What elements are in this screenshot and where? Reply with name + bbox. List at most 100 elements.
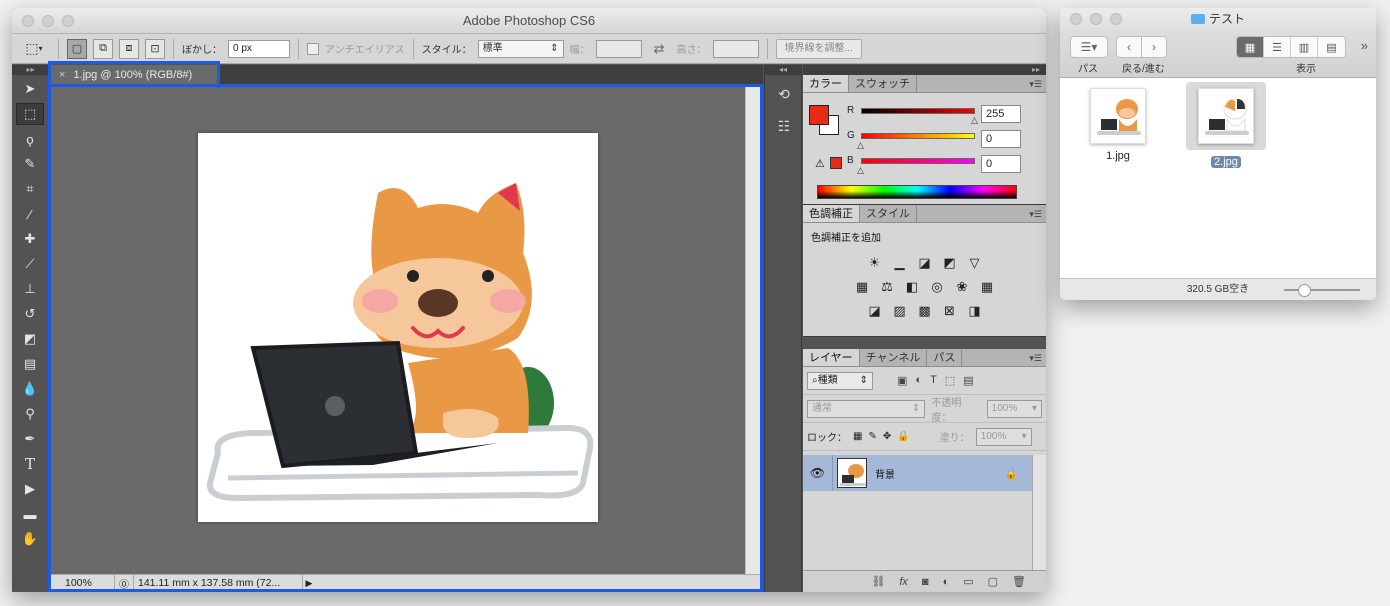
- green-slider[interactable]: [861, 133, 975, 139]
- intersect-selection-button[interactable]: ⊡: [145, 38, 165, 59]
- minimize-window-button[interactable]: [1090, 13, 1102, 25]
- vibrance-icon[interactable]: ▽: [966, 254, 984, 272]
- antialias-checkbox[interactable]: [307, 42, 319, 55]
- slider-thumb-icon[interactable]: △: [857, 165, 864, 176]
- brush-tool[interactable]: ⟋: [16, 253, 44, 275]
- add-mask-icon[interactable]: ◙: [922, 576, 929, 588]
- status-menu-arrow-icon[interactable]: ▶: [303, 578, 315, 589]
- gradient-map-icon[interactable]: ◨: [966, 302, 984, 320]
- opacity-input[interactable]: 100% ▾: [986, 399, 1042, 418]
- properties-panel-button[interactable]: ☷: [769, 113, 799, 139]
- canvas-pasteboard[interactable]: [51, 85, 745, 574]
- visibility-eye-icon[interactable]: 👁: [803, 455, 833, 491]
- close-window-button[interactable]: [1070, 13, 1082, 25]
- rectangle-tool[interactable]: ▬: [16, 503, 44, 525]
- proof-icon[interactable]: ⓪: [115, 576, 133, 591]
- eraser-tool[interactable]: ◩: [16, 328, 44, 350]
- healing-brush-tool[interactable]: ✚: [16, 228, 44, 250]
- green-value-input[interactable]: 0: [981, 130, 1021, 148]
- marquee-tool[interactable]: ⬚: [16, 103, 44, 125]
- icon-size-slider[interactable]: [1284, 284, 1360, 297]
- hue-saturation-icon[interactable]: ▦: [853, 278, 871, 296]
- hand-tool[interactable]: ✋: [16, 528, 44, 550]
- list-view-button[interactable]: ☰: [1264, 37, 1291, 57]
- panel-menu-icon[interactable]: ▾☰: [1029, 75, 1042, 93]
- tab-channels[interactable]: チャンネル: [860, 349, 928, 366]
- foreground-color-swatch[interactable]: [809, 105, 829, 125]
- layer-row-background[interactable]: 👁 背景 🔒: [803, 455, 1032, 491]
- add-selection-button[interactable]: ⧉: [93, 38, 113, 59]
- close-window-button[interactable]: [22, 15, 34, 27]
- panel-menu-icon[interactable]: ▾☰: [1029, 205, 1042, 223]
- close-tab-icon[interactable]: ×: [59, 69, 65, 81]
- crop-tool[interactable]: ⌗: [16, 178, 44, 200]
- zoom-window-button[interactable]: [62, 15, 74, 27]
- shape-filter-icon[interactable]: ⬚: [945, 374, 955, 387]
- pixel-filter-icon[interactable]: ▣: [897, 374, 907, 387]
- selective-color-icon[interactable]: ⊠: [941, 302, 959, 320]
- red-value-input[interactable]: 255: [981, 105, 1021, 123]
- type-filter-icon[interactable]: T: [930, 374, 937, 387]
- tab-layers[interactable]: レイヤー: [803, 349, 860, 366]
- subtract-selection-button[interactable]: ⧈: [119, 38, 139, 59]
- fx-icon[interactable]: fx: [899, 576, 908, 588]
- color-balance-icon[interactable]: ⚖: [878, 278, 896, 296]
- black-white-icon[interactable]: ◧: [903, 278, 921, 296]
- tab-paths[interactable]: パス: [927, 349, 963, 366]
- icon-view-button[interactable]: ▦: [1237, 37, 1264, 57]
- new-adjustment-icon[interactable]: ◐: [943, 576, 950, 588]
- tab-styles[interactable]: スタイル: [860, 205, 917, 222]
- adjustment-filter-icon[interactable]: ◐: [915, 374, 922, 387]
- panel-grip[interactable]: ▸▸: [12, 65, 49, 75]
- invert-icon[interactable]: ◪: [866, 302, 884, 320]
- tab-color[interactable]: カラー: [803, 75, 849, 92]
- zoom-level[interactable]: 100%: [51, 575, 115, 592]
- finder-file-area[interactable]: 1.jpg 2.jpg: [1060, 78, 1376, 278]
- panel-grip[interactable]: ▸▸: [803, 65, 1046, 75]
- levels-icon[interactable]: ▁: [891, 254, 909, 272]
- height-input[interactable]: [712, 39, 759, 58]
- lock-pixels-icon[interactable]: ✎: [868, 431, 876, 442]
- document-tab[interactable]: × 1.jpg @ 100% (RGB/8#): [51, 65, 219, 85]
- threshold-icon[interactable]: ▩: [916, 302, 934, 320]
- color-lookup-icon[interactable]: ▦: [978, 278, 996, 296]
- file-item-selected[interactable]: 2.jpg: [1186, 82, 1266, 168]
- lock-all-icon[interactable]: 🔒: [897, 431, 909, 442]
- blue-slider[interactable]: [861, 158, 975, 164]
- width-input[interactable]: [595, 39, 642, 58]
- path-button[interactable]: ☰▾: [1070, 36, 1108, 58]
- photo-filter-icon[interactable]: ◎: [928, 278, 946, 296]
- pen-tool[interactable]: ✒: [16, 428, 44, 450]
- type-tool[interactable]: T: [16, 453, 44, 475]
- feather-input[interactable]: 0 px: [228, 39, 290, 58]
- link-layers-icon[interactable]: ⛓: [871, 575, 885, 588]
- panel-menu-icon[interactable]: ▾☰: [1029, 349, 1042, 367]
- forward-button[interactable]: ›: [1141, 36, 1167, 58]
- file-item[interactable]: 1.jpg: [1078, 88, 1158, 162]
- curves-icon[interactable]: ◪: [916, 254, 934, 272]
- tab-adjustments[interactable]: 色調補正: [803, 205, 860, 222]
- vertical-scrollbar[interactable]: [745, 85, 763, 574]
- posterize-icon[interactable]: ▨: [891, 302, 909, 320]
- new-group-icon[interactable]: ▭: [963, 575, 973, 588]
- blue-value-input[interactable]: 0: [981, 155, 1021, 173]
- eyedropper-tool[interactable]: ⁄: [16, 203, 44, 225]
- delete-layer-icon[interactable]: 🗑: [1012, 575, 1026, 588]
- color-spectrum-ramp[interactable]: [817, 185, 1017, 199]
- swap-icon[interactable]: ⇄: [654, 41, 665, 57]
- clone-stamp-tool[interactable]: ⊥: [16, 278, 44, 300]
- layers-scrollbar[interactable]: [1032, 455, 1046, 570]
- quick-selection-tool[interactable]: ✎: [16, 153, 44, 175]
- style-select[interactable]: 標準 ⇕: [477, 39, 564, 58]
- tab-swatches[interactable]: スウォッチ: [849, 75, 917, 92]
- lasso-tool[interactable]: ϙ: [16, 128, 44, 150]
- lock-transparency-icon[interactable]: ▦: [853, 431, 862, 442]
- fill-input[interactable]: 100% ▾: [975, 427, 1032, 446]
- blend-mode-select[interactable]: 通常 ⇕: [807, 399, 926, 418]
- panel-grip[interactable]: ◂◂: [765, 65, 801, 75]
- channel-mixer-icon[interactable]: ❀: [953, 278, 971, 296]
- back-button[interactable]: ‹: [1116, 36, 1142, 58]
- red-slider[interactable]: [861, 108, 975, 114]
- path-selection-tool[interactable]: ▶: [16, 478, 44, 500]
- dodge-tool[interactable]: ⚲: [16, 403, 44, 425]
